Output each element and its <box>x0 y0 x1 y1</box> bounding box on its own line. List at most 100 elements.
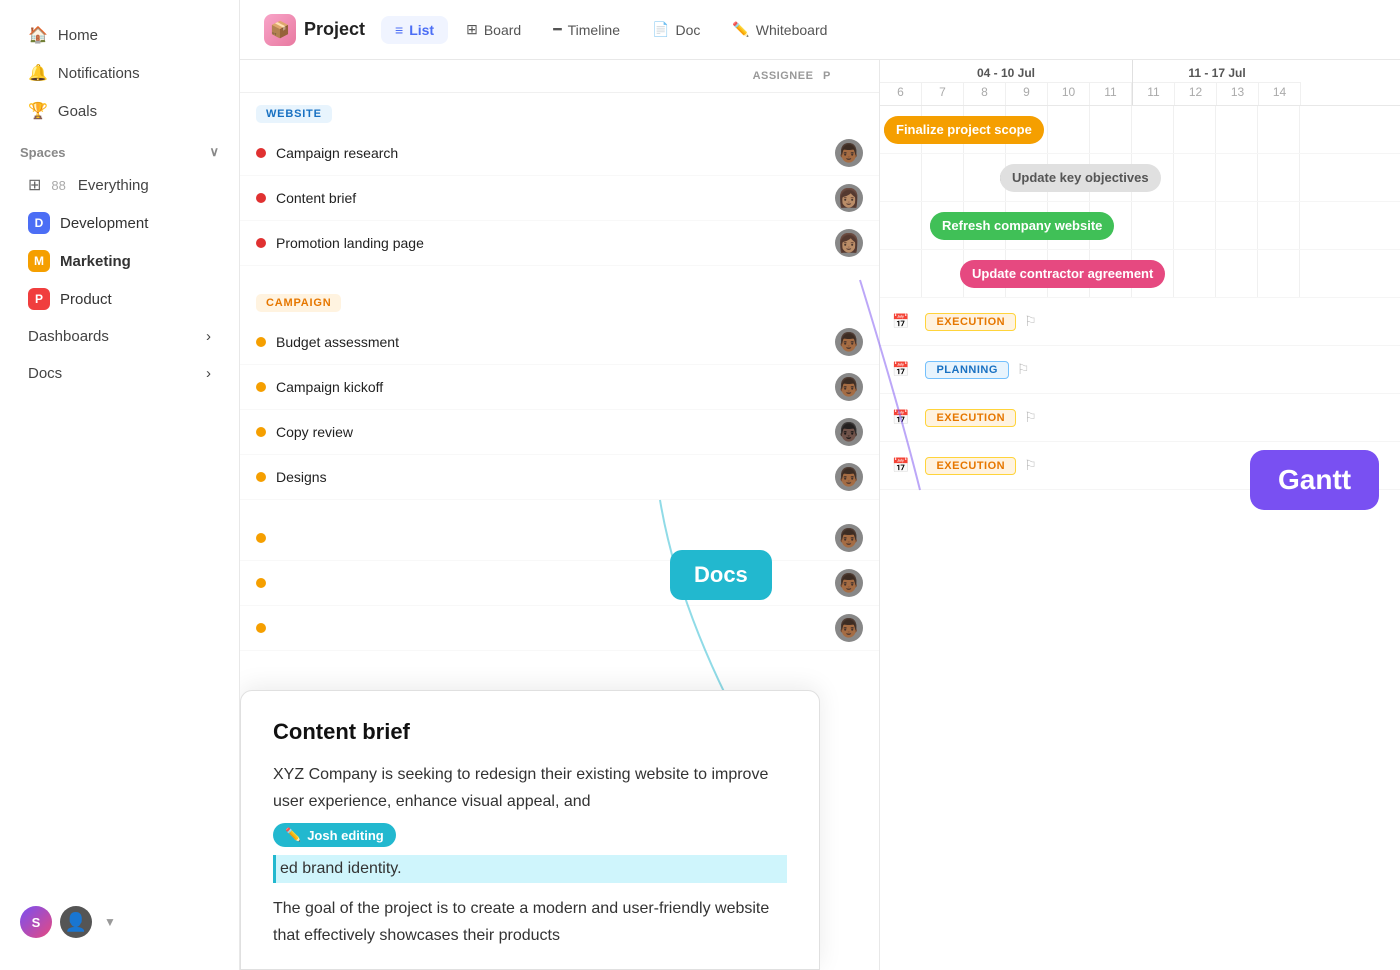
gantt-bar-label: Update key objectives <box>1012 170 1149 185</box>
status-badge: EXECUTION <box>925 313 1016 331</box>
task-name: Designs <box>276 469 835 485</box>
assignee-avatar: 👨🏾 <box>835 614 863 642</box>
tab-list-label: List <box>409 22 434 38</box>
avatar-j[interactable]: 👤 <box>60 906 92 938</box>
gantt-bar-contractor[interactable]: Update contractor agreement <box>960 260 1165 288</box>
table-row[interactable]: Promotion landing page 👩🏽 <box>240 221 879 266</box>
avatar-chevron[interactable]: ▼ <box>104 915 116 929</box>
pencil-icon: ✏️ <box>285 827 301 843</box>
development-label: Development <box>60 215 148 232</box>
assignee-avatar: 👨🏾 <box>835 569 863 597</box>
sidebar-item-notifications[interactable]: 🔔 Notifications <box>8 54 231 92</box>
task-name: Campaign kickoff <box>276 379 835 395</box>
gantt-row: 📅 PLANNING ⚐ <box>880 346 1400 394</box>
col-priority-header: P <box>823 70 863 82</box>
docs-body-text: XYZ Company is seeking to redesign their… <box>273 761 787 815</box>
gantt-day: 13 <box>1217 83 1259 105</box>
priority-dot <box>256 382 266 392</box>
assignee-avatar: 👩🏽 <box>835 229 863 257</box>
doc-icon: 📄 <box>652 21 669 38</box>
tab-doc-label: Doc <box>675 22 700 38</box>
sidebar-item-home[interactable]: 🏠 Home <box>8 16 231 54</box>
status-badge: EXECUTION <box>925 409 1016 427</box>
gantt-day: 12 <box>1175 83 1217 105</box>
priority-dot <box>256 337 266 347</box>
table-row[interactable]: 👨🏾 <box>240 606 879 651</box>
table-row[interactable]: Copy review 👨🏿 <box>240 410 879 455</box>
priority-dot <box>256 472 266 482</box>
tab-timeline[interactable]: ━ Timeline <box>539 15 634 44</box>
gantt-day: 14 <box>1259 83 1301 105</box>
docs-highlighted-text: ed brand identity. <box>273 855 787 882</box>
task-name: Content brief <box>276 190 835 206</box>
sidebar-item-dashboards[interactable]: Dashboards › <box>8 318 231 355</box>
avatar-s[interactable]: S <box>20 906 52 938</box>
gantt-bar-finalize[interactable]: Finalize project scope <box>884 116 1044 144</box>
list-icon: ≡ <box>395 22 403 38</box>
whiteboard-icon: ✏️ <box>732 21 749 38</box>
table-row[interactable]: Budget assessment 👨🏾 <box>240 320 879 365</box>
gantt-day: 8 <box>964 83 1006 105</box>
sidebar-item-development[interactable]: D Development <box>8 204 231 242</box>
assignee-avatar: 👨🏾 <box>835 463 863 491</box>
task-name: Campaign research <box>276 145 835 161</box>
gantt-row: 👨🏾 Finalize project scope <box>880 106 1400 154</box>
col-assignee-header: ASSIGNEE <box>743 70 823 82</box>
table-row[interactable]: Campaign research 👨🏾 <box>240 131 879 176</box>
campaign-badge: CAMPAIGN <box>256 294 341 312</box>
task-name: Copy review <box>276 424 835 440</box>
calendar-icon: 📅 <box>892 361 909 378</box>
gantt-day: 11 <box>1133 83 1175 105</box>
tab-list[interactable]: ≡ List <box>381 16 448 44</box>
calendar-icon: 📅 <box>892 409 909 426</box>
sidebar-item-marketing[interactable]: M Marketing <box>8 242 231 280</box>
tab-doc[interactable]: 📄 Doc <box>638 15 714 44</box>
timeline-icon: ━ <box>553 21 561 38</box>
table-row[interactable]: 👨🏾 <box>240 561 879 606</box>
sidebar-bottom: S 👤 ▼ <box>0 890 239 954</box>
tab-whiteboard[interactable]: ✏️ Whiteboard <box>718 15 841 44</box>
sidebar-notifications-label: Notifications <box>58 65 140 82</box>
sidebar-item-goals[interactable]: 🏆 Goals <box>8 92 231 130</box>
assignee-avatar: 👨🏾 <box>835 524 863 552</box>
table-row[interactable]: Designs 👨🏾 <box>240 455 879 500</box>
priority-dot <box>256 623 266 633</box>
assignee-avatar: 👨🏿 <box>835 418 863 446</box>
gantt-panel: 04 - 10 Jul 6 7 8 9 10 11 11 - 17 Jul 11… <box>880 60 1400 970</box>
table-row[interactable]: 👨🏾 <box>240 516 879 561</box>
flag-icon: ⚐ <box>1024 313 1037 330</box>
gantt-bar-label: Refresh company website <box>942 218 1102 233</box>
project-icon: 📦 <box>264 14 296 46</box>
marketing-badge: M <box>28 250 50 272</box>
sidebar-item-everything[interactable]: ⊞ 88 Everything <box>8 166 231 204</box>
flag-icon: ⚐ <box>1017 361 1030 378</box>
assignee-avatar: 👨🏾 <box>835 139 863 167</box>
gantt-row: 👩🏽 Update key objectives <box>880 154 1400 202</box>
priority-dot <box>256 193 266 203</box>
tab-board-label: Board <box>484 22 521 38</box>
gantt-day: 6 <box>880 83 922 105</box>
chevron-down-icon: ∨ <box>209 144 219 160</box>
table-row[interactable]: Content brief 👩🏽 <box>240 176 879 221</box>
docs-title: Content brief <box>273 719 787 745</box>
chevron-right-icon-2: › <box>206 365 211 382</box>
table-row[interactable]: Campaign kickoff 👨🏾 <box>240 365 879 410</box>
product-label: Product <box>60 291 112 308</box>
sidebar-item-product[interactable]: P Product <box>8 280 231 318</box>
gantt-week-1: 04 - 10 Jul <box>880 60 1132 83</box>
tab-board[interactable]: ⊞ Board <box>452 15 535 44</box>
everything-count: 88 <box>51 178 65 193</box>
spaces-section[interactable]: Spaces ∨ <box>0 130 239 166</box>
assignee-avatar: 👨🏾 <box>835 373 863 401</box>
gantt-bar-label: Update contractor agreement <box>972 266 1153 281</box>
gantt-row: 📅 EXECUTION ⚐ <box>880 394 1400 442</box>
marketing-label: Marketing <box>60 253 131 270</box>
docs-goal-text: The goal of the project is to create a m… <box>273 895 787 949</box>
gantt-bar-refresh[interactable]: Refresh company website <box>930 212 1114 240</box>
assignee-avatar: 👨🏾 <box>835 328 863 356</box>
sidebar-home-label: Home <box>58 27 98 44</box>
dashboards-label: Dashboards <box>28 328 109 345</box>
priority-dot <box>256 427 266 437</box>
sidebar-item-docs[interactable]: Docs › <box>8 355 231 392</box>
gantt-bar-update[interactable]: Update key objectives <box>1000 164 1161 192</box>
